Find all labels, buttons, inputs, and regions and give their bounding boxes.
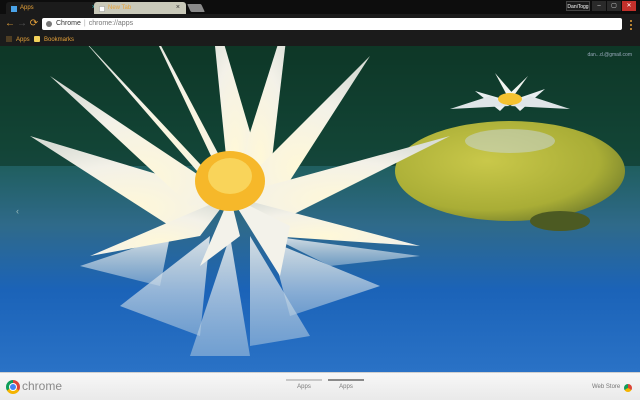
page-tab-apps[interactable]: Apps xyxy=(286,379,322,397)
omnibox[interactable]: Chrome | chrome://apps xyxy=(42,18,622,30)
previous-page-arrow-icon[interactable]: ‹ xyxy=(16,206,19,216)
close-icon[interactable]: ✕ xyxy=(622,1,636,11)
omnibox-scheme: Chrome xyxy=(56,20,81,27)
folder-icon xyxy=(34,36,40,42)
page-tab-label: Apps xyxy=(297,384,311,390)
account-email[interactable]: dan...d.@gmail.com xyxy=(587,52,632,58)
page-tab-apps-selected[interactable]: Apps xyxy=(328,379,364,397)
menu-icon[interactable] xyxy=(628,18,634,30)
apps-favicon-icon xyxy=(11,5,17,12)
apps-page: dan...d.@gmail.com ‹ xyxy=(0,46,640,372)
chrome-logo-icon xyxy=(6,380,20,394)
chrome-wordmark: chrome xyxy=(22,379,63,393)
bookmark-label: Bookmarks xyxy=(44,37,75,43)
new-tab-button[interactable] xyxy=(187,4,205,12)
tab-new-tab[interactable]: New Tab × xyxy=(94,2,186,14)
maximize-icon[interactable]: ▢ xyxy=(607,1,621,11)
profile-button[interactable]: DaniTogg xyxy=(566,1,590,11)
page-tab-indicator xyxy=(328,379,364,381)
reload-icon[interactable]: ⟳ xyxy=(28,18,40,30)
bookmark-folder[interactable]: Bookmarks xyxy=(34,34,74,46)
tab-strip: Apps × New Tab × DaniTogg – ▢ ✕ xyxy=(0,0,640,14)
web-store-icon[interactable] xyxy=(624,384,632,392)
page-tab-label: Apps xyxy=(339,384,353,390)
minimize-icon[interactable]: – xyxy=(592,1,606,11)
omnibox-url: chrome://apps xyxy=(88,20,134,27)
tab-apps[interactable]: Apps × xyxy=(6,2,102,14)
toolbar: ← → ⟳ Chrome | chrome://apps xyxy=(0,14,640,34)
bookmark-apps[interactable]: Apps xyxy=(6,34,30,46)
blank-page-icon xyxy=(99,5,105,12)
tab-label: New Tab xyxy=(108,5,132,11)
apps-grid-icon xyxy=(6,36,12,42)
web-store-link[interactable]: Web Store xyxy=(592,384,620,390)
tab-label: Apps xyxy=(20,5,34,11)
bookmark-label: Apps xyxy=(16,37,30,43)
close-tab-icon[interactable]: × xyxy=(176,2,180,14)
water-lily-wallpaper xyxy=(0,46,640,356)
forward-arrow-icon[interactable]: → xyxy=(16,18,28,30)
chrome-page-icon xyxy=(46,21,52,27)
omnibox-separator: | xyxy=(83,20,86,27)
apps-footer: chrome Apps Apps Web Store xyxy=(0,372,640,400)
page-tab-indicator xyxy=(286,379,322,381)
back-arrow-icon[interactable]: ← xyxy=(4,18,16,30)
